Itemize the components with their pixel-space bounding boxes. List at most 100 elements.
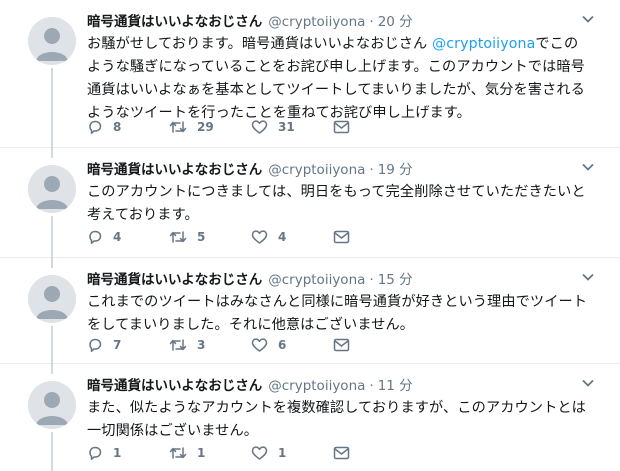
tweet-content: 暗号通貨はいいよなおじさん @cryptoiiyona · 20 分 お騒がせし… <box>87 10 594 125</box>
thread-connector <box>51 148 53 158</box>
thread-connector <box>51 216 53 258</box>
tweet-4[interactable]: 暗号通貨はいいよなおじさん @cryptoiiyona · 11 分 また、似た… <box>0 364 620 471</box>
retweet-icon <box>169 339 187 351</box>
dm-button[interactable] <box>333 338 363 352</box>
retweet-button[interactable]: 29 <box>169 119 251 135</box>
tweet-actions: 1 1 1 <box>87 444 363 462</box>
default-avatar-icon <box>28 165 76 213</box>
avatar[interactable] <box>28 165 76 213</box>
tweet-thread: 暗号通貨はいいよなおじさん @cryptoiiyona · 20 分 お騒がせし… <box>0 0 620 471</box>
separator-dot: · <box>369 378 374 394</box>
chevron-down-icon[interactable] <box>580 12 596 26</box>
like-count: 6 <box>278 338 287 352</box>
chevron-down-icon[interactable] <box>580 160 596 174</box>
thread-connector <box>51 68 53 148</box>
tweet-header: 暗号通貨はいいよなおじさん @cryptoiiyona · 20 分 <box>87 10 594 30</box>
separator-dot: · <box>369 14 374 30</box>
user-handle[interactable]: @cryptoiiyona <box>268 378 365 394</box>
separator-dot: · <box>369 162 374 178</box>
dm-button[interactable] <box>333 230 363 244</box>
reply-icon <box>89 446 102 460</box>
default-avatar-icon <box>28 275 76 323</box>
tweet-3[interactable]: 暗号通貨はいいよなおじさん @cryptoiiyona · 15 分 これまでの… <box>0 258 620 364</box>
dm-icon <box>333 230 350 244</box>
retweet-count: 5 <box>197 230 206 244</box>
tweet-content: 暗号通貨はいいよなおじさん @cryptoiiyona · 19 分 このアカウ… <box>87 158 594 227</box>
reply-count: 4 <box>113 230 122 244</box>
reply-button[interactable]: 7 <box>87 337 169 353</box>
display-name[interactable]: 暗号通貨はいいよなおじさん <box>87 268 262 288</box>
thread-connector <box>51 364 53 374</box>
reply-button[interactable]: 1 <box>87 445 169 461</box>
reply-count: 1 <box>113 446 122 460</box>
reply-button[interactable]: 4 <box>87 229 169 245</box>
tweet-1[interactable]: 暗号通貨はいいよなおじさん @cryptoiiyona · 20 分 お騒がせし… <box>0 0 620 148</box>
retweet-count: 3 <box>197 338 206 352</box>
timestamp[interactable]: 15 分 <box>378 268 413 288</box>
like-button[interactable]: 1 <box>251 445 333 461</box>
dm-button[interactable] <box>333 120 363 134</box>
user-handle[interactable]: @cryptoiiyona <box>268 14 365 30</box>
tweet-actions: 4 5 4 <box>87 228 363 246</box>
thread-connector <box>51 258 53 268</box>
user-handle[interactable]: @cryptoiiyona <box>268 272 365 288</box>
tweet-actions: 8 29 31 <box>87 118 363 136</box>
tweet-header: 暗号通貨はいいよなおじさん @cryptoiiyona · 19 分 <box>87 158 594 178</box>
like-count: 1 <box>278 446 287 460</box>
reply-icon <box>89 230 102 244</box>
timestamp[interactable]: 19 分 <box>378 158 413 178</box>
tweet-text-part: お騒がせしております。暗号通貨はいいよなおじさん <box>87 36 432 52</box>
like-button[interactable]: 6 <box>251 337 333 353</box>
mention-link[interactable]: @cryptoiiyona <box>432 36 535 52</box>
display-name[interactable]: 暗号通貨はいいよなおじさん <box>87 374 262 394</box>
tweet-2[interactable]: 暗号通貨はいいよなおじさん @cryptoiiyona · 19 分 このアカウ… <box>0 148 620 258</box>
reply-button[interactable]: 8 <box>87 119 169 135</box>
like-count: 31 <box>278 120 295 134</box>
retweet-button[interactable]: 3 <box>169 337 251 353</box>
like-button[interactable]: 31 <box>251 119 333 135</box>
retweet-icon <box>169 447 187 459</box>
retweet-button[interactable]: 1 <box>169 445 251 461</box>
tweet-text: また、似たようなアカウントを複数確認しておりますが、このアカウントとは一切関係は… <box>87 400 586 439</box>
tweet-header: 暗号通貨はいいよなおじさん @cryptoiiyona · 11 分 <box>87 374 594 394</box>
avatar[interactable] <box>28 17 76 65</box>
tweet-header: 暗号通貨はいいよなおじさん @cryptoiiyona · 15 分 <box>87 268 594 288</box>
like-icon <box>251 120 268 134</box>
reply-icon <box>89 120 102 134</box>
avatar[interactable] <box>28 381 76 429</box>
like-icon <box>251 338 268 352</box>
separator-dot: · <box>369 272 374 288</box>
tweet-content: 暗号通貨はいいよなおじさん @cryptoiiyona · 15 分 これまでの… <box>87 268 594 337</box>
timestamp[interactable]: 20 分 <box>378 10 413 30</box>
dm-icon <box>333 338 350 352</box>
like-icon <box>251 230 268 244</box>
retweet-icon <box>169 121 187 133</box>
like-button[interactable]: 4 <box>251 229 333 245</box>
default-avatar-icon <box>28 17 76 65</box>
thread-connector <box>51 432 53 471</box>
tweet-text: これまでのツイートはみなさんと同様に暗号通貨が好きという理由でツイートをしてまい… <box>87 294 588 333</box>
thread-connector <box>51 326 53 364</box>
retweet-button[interactable]: 5 <box>169 229 251 245</box>
dm-icon <box>333 120 350 134</box>
like-count: 4 <box>278 230 287 244</box>
reply-icon <box>89 338 102 352</box>
avatar[interactable] <box>28 275 76 323</box>
user-handle[interactable]: @cryptoiiyona <box>268 162 365 178</box>
reply-count: 8 <box>113 120 122 134</box>
chevron-down-icon[interactable] <box>580 270 596 284</box>
reply-count: 7 <box>113 338 122 352</box>
tweet-content: 暗号通貨はいいよなおじさん @cryptoiiyona · 11 分 また、似た… <box>87 374 594 443</box>
tweet-text: お騒がせしております。暗号通貨はいいよなおじさん @cryptoiiyonaでこ… <box>87 33 590 125</box>
timestamp[interactable]: 11 分 <box>378 374 413 394</box>
like-icon <box>251 446 268 460</box>
retweet-count: 29 <box>197 120 214 134</box>
display-name[interactable]: 暗号通貨はいいよなおじさん <box>87 158 262 178</box>
tweet-actions: 7 3 6 <box>87 336 363 354</box>
dm-button[interactable] <box>333 446 363 460</box>
chevron-down-icon[interactable] <box>580 376 596 390</box>
display-name[interactable]: 暗号通貨はいいよなおじさん <box>87 10 262 30</box>
retweet-count: 1 <box>197 446 206 460</box>
tweet-text: このアカウントにつきましては、明日をもって完全削除させていただきたいと考えており… <box>87 184 586 223</box>
default-avatar-icon <box>28 381 76 429</box>
